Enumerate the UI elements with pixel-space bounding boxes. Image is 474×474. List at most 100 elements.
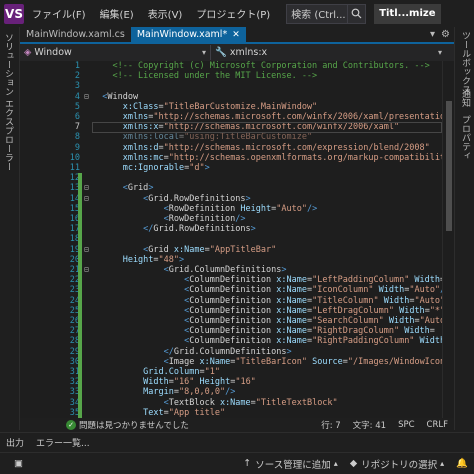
fold-toggle-icon[interactable]: ⊟ — [84, 194, 89, 203]
code-token: mc:Ignorable — [92, 163, 185, 173]
code-token: < — [92, 214, 169, 224]
line-number: 20 — [69, 254, 80, 265]
code-token: "TitleTextBlock" — [255, 397, 338, 408]
code-line[interactable]: Text="App title" — [92, 408, 225, 418]
change-marker — [78, 377, 82, 388]
notifications-bell-icon[interactable]: 🔔 — [450, 458, 474, 469]
issues-status[interactable]: 問題は見つかりませんでした — [79, 419, 239, 431]
fold-toggle-icon[interactable]: ⊟ — [84, 265, 89, 274]
properties-tab[interactable]: プロパティ — [459, 115, 472, 160]
code-token: Width — [399, 326, 430, 337]
code-token: < — [92, 91, 108, 102]
change-marker — [78, 336, 82, 347]
code-token: /> — [306, 203, 318, 214]
code-area[interactable]: <!-- Copyright (c) Microsoft Corporation… — [92, 61, 442, 418]
change-marker — [78, 244, 82, 255]
visual-studio-logo-icon[interactable]: VS — [4, 3, 24, 24]
fold-toggle-icon[interactable]: ⊟ — [84, 92, 89, 101]
code-token: Width — [393, 305, 425, 316]
repository-button[interactable]: ◆ リポジトリの選択 ▴ — [344, 457, 450, 471]
line-indicator[interactable]: 行: 7 — [315, 419, 346, 431]
tab-tools: ▾ ⚙ — [430, 27, 454, 42]
code-token: "LeftDragColumn" — [312, 305, 394, 316]
code-token: ColumnDefinition — [189, 326, 272, 337]
line-number: 29 — [69, 346, 80, 357]
code-token: "TitleColumn" — [312, 295, 379, 306]
change-marker — [78, 275, 82, 286]
change-marker — [78, 295, 82, 306]
code-token: > — [179, 254, 185, 265]
menu-project[interactable]: プロジェクト(P) — [196, 6, 270, 21]
code-token: > — [250, 224, 256, 235]
bottom-tool-tabs: 出力 エラー一覧... — [0, 432, 474, 452]
code-token: x:Name — [271, 275, 307, 286]
code-line[interactable]: mc:Ignorable="d"> — [92, 163, 210, 174]
search-icon[interactable] — [348, 3, 367, 24]
editor-status-row: ✓ 問題は見つかりませんでした 行: 7 文字: 41 SPC CRLF — [20, 418, 454, 432]
code-token: > — [245, 193, 251, 204]
search-input[interactable]: 検索 (Ctrl... — [286, 3, 349, 24]
menu-edit[interactable]: 編集(E) — [100, 6, 134, 21]
chevron-up-icon: ▴ — [333, 459, 338, 468]
right-tool-strip: ツールボックス 通知 プロパティ — [454, 27, 474, 430]
code-token: Margin — [92, 387, 174, 398]
repository-icon: ◆ — [349, 458, 358, 469]
line-number: 19 — [69, 244, 80, 255]
solution-name-badge[interactable]: Titl...mize — [374, 3, 441, 24]
code-token: x:Name — [194, 356, 231, 367]
change-marker — [78, 356, 82, 367]
line-number: 9 — [74, 142, 80, 153]
tab-mainwindow-xaml-cs[interactable]: MainWindow.xaml.cs — [20, 27, 131, 42]
line-ending-indicator[interactable]: CRLF — [421, 420, 454, 430]
source-control-button[interactable]: ↑ ソース管理に追加 ▴ — [237, 457, 344, 471]
tab-error-list[interactable]: エラー一覧... — [30, 436, 96, 449]
code-token: </ — [92, 224, 154, 235]
tab-mainwindow-xaml[interactable]: MainWindow.xaml* ✕ — [130, 27, 246, 42]
member-dropdown[interactable]: 🔧 xmlns:x ▾ — [210, 45, 446, 60]
solution-explorer-tab[interactable]: ソリューション エクスプローラー — [2, 33, 15, 171]
code-token: < — [92, 183, 128, 194]
line-number: 7 — [74, 122, 80, 133]
code-token: x:Name — [271, 316, 307, 326]
menu-file[interactable]: ファイル(F) — [32, 6, 86, 21]
line-number: 15 — [69, 203, 80, 214]
whitespace-indicator[interactable]: SPC — [392, 420, 420, 430]
code-token: Image — [168, 356, 195, 367]
status-bar: ▣ ↑ ソース管理に追加 ▴ ◆ リポジトリの選択 ▴ 🔔 — [0, 452, 474, 474]
line-number: 8 — [74, 132, 80, 143]
notifications-tab[interactable]: 通知 — [459, 89, 472, 107]
settings-gear-icon[interactable]: ⚙ — [441, 29, 450, 40]
line-number-gutter: 1 2 3 4 ⊟ 5 6 7 8 9 10 11 12 13 ⊟ 14 ⊟ 15 16 17 18 19 ⊟ 20 21 ⊟ 22… — [20, 61, 92, 418]
code-token: x:Name — [271, 295, 307, 306]
fold-toggle-icon[interactable]: ⊟ — [84, 245, 89, 254]
code-token: RowDefinition — [168, 203, 236, 214]
element-dropdown[interactable]: ◈ Window ▾ — [20, 45, 210, 60]
code-token: /> — [235, 214, 246, 224]
tab-overflow-chevron-down-icon[interactable]: ▾ — [430, 29, 435, 40]
scrollbar-thumb[interactable] — [446, 101, 452, 231]
code-editor[interactable]: 1 2 3 4 ⊟ 5 6 7 8 9 10 11 12 13 ⊟ 14 ⊟ 15 16 17 18 19 ⊟ 20 21 ⊟ 22… — [20, 61, 454, 418]
line-number: 3 — [74, 81, 80, 92]
line-number: 27 — [69, 326, 80, 337]
tab-label: MainWindow.xaml.cs — [26, 29, 125, 40]
code-token: "AppTitleBar" — [209, 244, 277, 255]
code-line[interactable]: </Grid.RowDefinitions> — [92, 224, 256, 235]
close-icon[interactable]: ✕ — [232, 30, 240, 40]
line-number: 16 — [69, 214, 80, 224]
vertical-scrollbar[interactable] — [442, 61, 454, 418]
char-indicator[interactable]: 文字: 41 — [347, 419, 392, 431]
code-token: "Auto" — [409, 285, 441, 296]
toolbox-tab[interactable]: ツールボックス — [459, 31, 472, 94]
current-line-highlight — [92, 122, 442, 134]
code-token: ColumnDefinition — [189, 285, 272, 296]
document-tabs: MainWindow.xaml.cs MainWindow.xaml* ✕ ▾ … — [20, 27, 454, 44]
code-token: <!-- Copyright (c) Microsoft Corporation… — [92, 61, 430, 71]
menu-view[interactable]: 表示(V) — [148, 6, 183, 21]
line-number: 13 — [69, 183, 80, 194]
code-token: > — [204, 163, 210, 173]
tab-output[interactable]: 出力 — [0, 436, 30, 449]
code-line[interactable]: <!-- Licensed under the MIT License. --> — [92, 71, 317, 82]
code-token: < — [92, 193, 149, 204]
code-token: "16" — [173, 377, 195, 388]
fold-toggle-icon[interactable]: ⊟ — [84, 183, 89, 192]
